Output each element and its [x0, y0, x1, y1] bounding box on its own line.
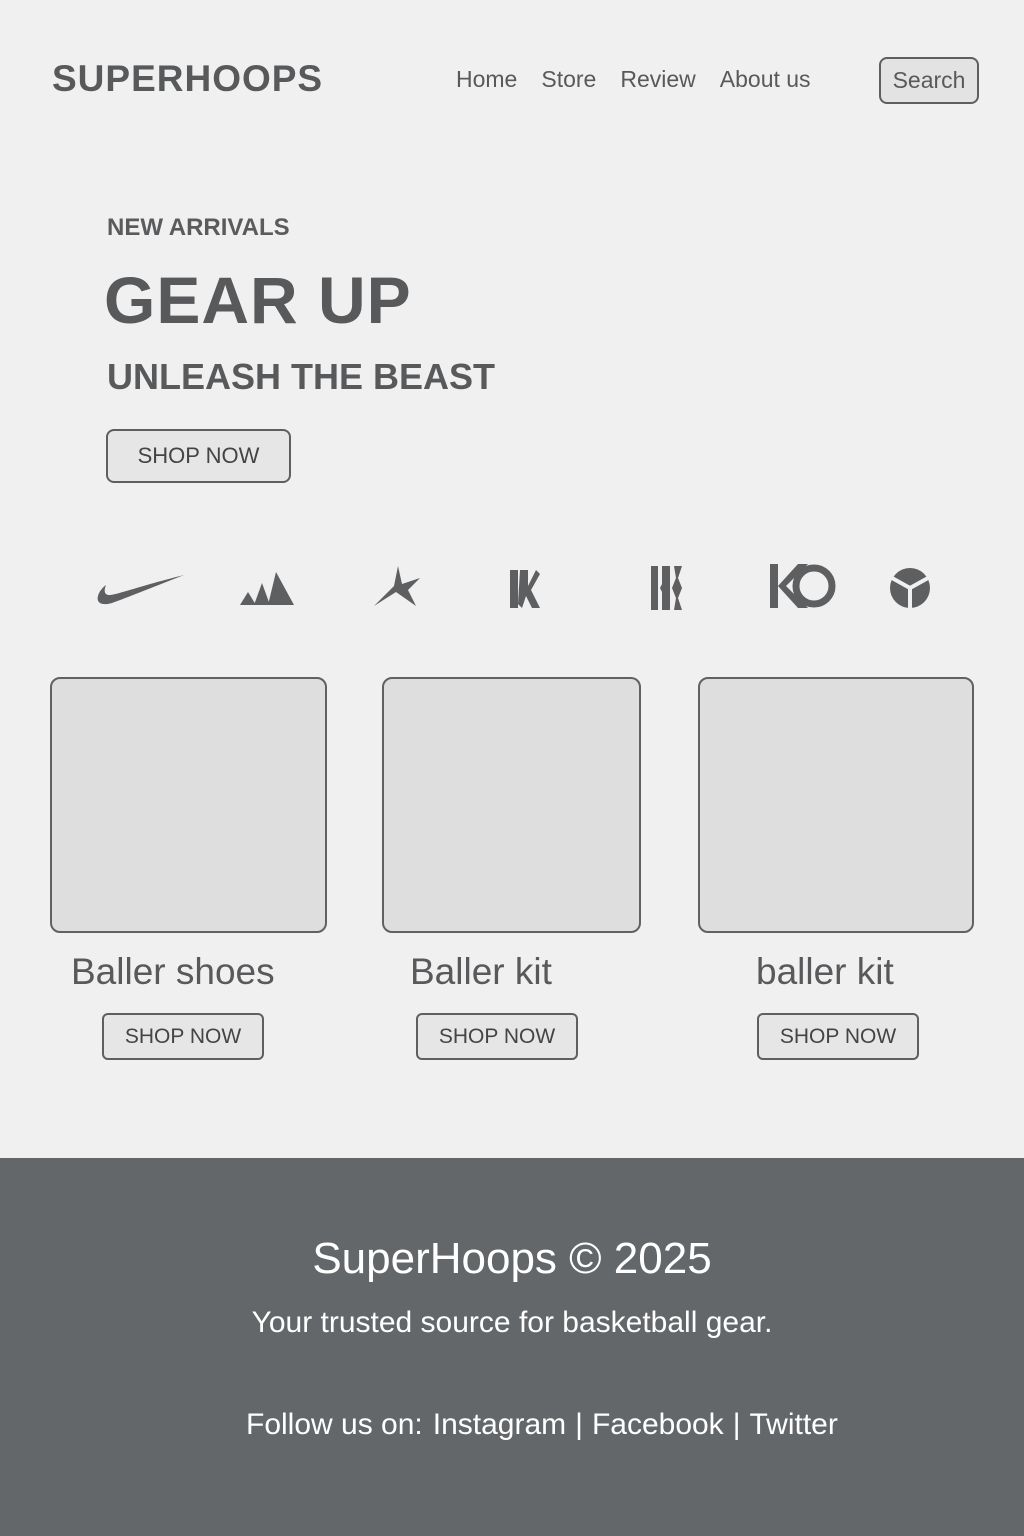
- footer-title: SuperHoops © 2025: [312, 1234, 712, 1283]
- site-footer: SuperHoops © 2025 Your trusted source fo…: [0, 1158, 1024, 1536]
- facebook-link[interactable]: Facebook: [592, 1408, 724, 1442]
- hero-eyebrow: NEW ARRIVALS: [107, 214, 290, 241]
- adidas-stripes-icon[interactable]: [238, 568, 296, 606]
- nav-home-link[interactable]: Home: [456, 66, 517, 93]
- curry-logo-icon[interactable]: [888, 566, 932, 610]
- separator: |: [575, 1408, 583, 1441]
- footer-social-links: Follow us on: Instagram | Facebook | Twi…: [246, 1408, 838, 1442]
- product-title[interactable]: baller kit: [756, 951, 894, 993]
- nav-store-link[interactable]: Store: [541, 66, 596, 93]
- product-image-placeholder[interactable]: [698, 677, 974, 933]
- product-shop-now-button[interactable]: SHOP NOW: [416, 1013, 578, 1060]
- main-nav: Home Store Review About us: [456, 66, 811, 93]
- star-brand-icon[interactable]: [372, 564, 422, 608]
- site-logo[interactable]: SUPERHOOPS: [52, 58, 323, 100]
- kyrie-monogram-icon[interactable]: [506, 566, 542, 612]
- search-button[interactable]: Search: [879, 57, 979, 104]
- instagram-link[interactable]: Instagram: [433, 1408, 566, 1442]
- hero-subtitle: UNLEASH THE BEAST: [107, 356, 496, 397]
- follow-label: Follow us on:: [246, 1408, 423, 1441]
- product-shop-now-button[interactable]: SHOP NOW: [757, 1013, 919, 1060]
- product-image-placeholder[interactable]: [382, 677, 641, 933]
- twitter-link[interactable]: Twitter: [749, 1408, 837, 1442]
- kd-logo-icon[interactable]: [768, 562, 838, 610]
- lebron-monogram-icon[interactable]: [648, 564, 686, 612]
- footer-tagline: Your trusted source for basketball gear.: [251, 1306, 773, 1339]
- hero-title: GEAR UP: [104, 263, 412, 337]
- product-shop-now-button[interactable]: SHOP NOW: [102, 1013, 264, 1060]
- nike-swoosh-icon[interactable]: [96, 572, 186, 608]
- hero-shop-now-button[interactable]: SHOP NOW: [106, 429, 291, 483]
- nav-review-link[interactable]: Review: [620, 66, 695, 93]
- product-title[interactable]: Baller kit: [410, 951, 552, 993]
- product-title[interactable]: Baller shoes: [71, 951, 275, 993]
- product-image-placeholder[interactable]: [50, 677, 327, 933]
- nav-about-link[interactable]: About us: [720, 66, 811, 93]
- separator: |: [732, 1408, 741, 1441]
